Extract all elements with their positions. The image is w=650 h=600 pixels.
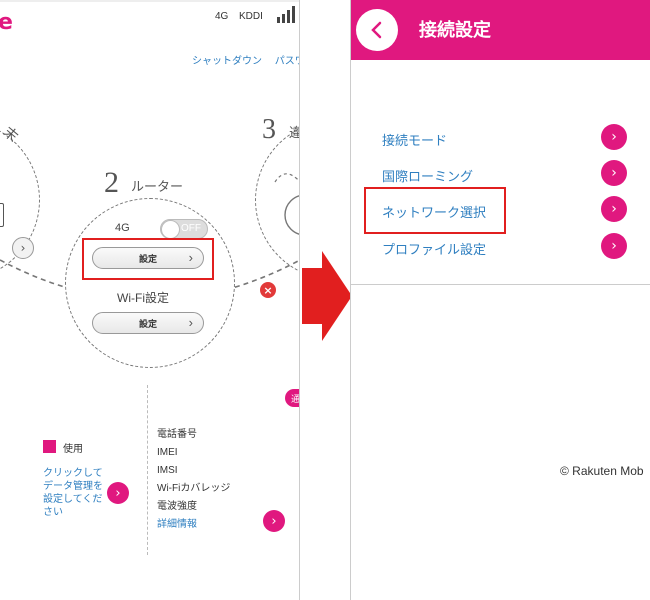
fourg-toggle[interactable]: OFF — [160, 219, 208, 239]
wifi-settings-label: Wi-Fi設定 — [117, 291, 169, 305]
chevron-right-icon[interactable]: › — [601, 196, 627, 222]
toggle-knob — [161, 220, 180, 239]
wifi-settings-button[interactable]: 設定 › — [92, 312, 204, 334]
disconnected-icon: × — [260, 282, 276, 298]
step3-number: 3 — [262, 114, 276, 145]
top-links: シャットダウン パスワ — [192, 52, 299, 67]
carrier-name: KDDI — [239, 11, 263, 22]
info-imsi: IMSI — [157, 465, 178, 476]
menu-item-label: プロファイル設定 — [382, 243, 487, 258]
info-signal-strength: 電波強度 — [157, 501, 197, 512]
chevron-right-icon: › — [188, 315, 193, 330]
data-management-arrow-icon[interactable]: › — [107, 482, 129, 504]
menu-item-label: 国際ローミング — [382, 170, 474, 185]
side-tab-badge[interactable]: 通 — [285, 389, 299, 407]
vertical-divider — [147, 385, 148, 555]
chevron-right-icon[interactable]: › — [601, 124, 627, 150]
connection-settings-panel: 接続設定 接続モード › 国際ローミング › ネットワーク選択 › プロファイル… — [350, 0, 650, 600]
chevron-left-icon — [371, 21, 382, 39]
signal-icon — [277, 6, 295, 23]
menu-item-label: 接続モード — [382, 134, 448, 149]
brand-logo: e — [0, 10, 13, 35]
section-divider — [351, 284, 650, 285]
chevron-right-icon[interactable]: › — [601, 160, 627, 186]
network-type: 4G — [215, 11, 229, 22]
highlight-frame-network — [364, 187, 506, 234]
highlight-frame-4g — [82, 238, 214, 280]
usage-legend-label: 使用 — [63, 444, 83, 455]
back-button[interactable] — [356, 9, 398, 51]
device-info-list: 電話番号 IMEI IMSI Wi-Fiカバレッジ 電波強度 詳細情報 — [157, 426, 230, 534]
shutdown-link[interactable]: シャットダウン — [192, 56, 262, 67]
password-link[interactable]: パスワ — [275, 56, 299, 67]
fourg-label: 4G — [115, 222, 130, 234]
toggle-state: OFF — [181, 223, 201, 234]
router-step-number: 2 — [104, 166, 119, 199]
globe-icon — [274, 173, 299, 235]
data-management-link[interactable]: クリックして データ管理を 設定してくだ さい — [43, 467, 105, 519]
detail-info-arrow-icon[interactable]: › — [263, 510, 285, 532]
header-bar: 接続設定 — [351, 0, 650, 60]
menu-item-profile-settings[interactable]: プロファイル設定 › — [351, 231, 650, 267]
info-imei: IMEI — [157, 447, 178, 458]
detail-info-link[interactable]: 詳細情報 — [157, 516, 230, 534]
info-phone-number: 電話番号 — [157, 429, 197, 440]
info-wifi-coverage: Wi-Fiカバレッジ — [157, 483, 231, 494]
device-icon — [0, 203, 4, 227]
router-circle — [65, 198, 235, 368]
transition-arrow-body — [302, 268, 324, 324]
usage-legend-swatch — [43, 440, 56, 453]
copyright-text: © Rakuten Mob — [560, 464, 644, 478]
step3-label: 違 — [289, 122, 299, 141]
menu-item-connection-mode[interactable]: 接続モード › — [351, 122, 650, 158]
router-step-title: ルーター — [131, 180, 184, 195]
router-home-panel: e 4G KDDI シャットダウン パスワ 末 › 2 ルーター 4G OFF … — [0, 0, 300, 600]
page-title: 接続設定 — [419, 20, 491, 41]
top-line — [0, 0, 299, 2]
chevron-right-icon[interactable]: › — [601, 233, 627, 259]
arrow-right-icon — [322, 251, 352, 341]
wifi-settings-button-label: 設定 — [138, 318, 157, 329]
